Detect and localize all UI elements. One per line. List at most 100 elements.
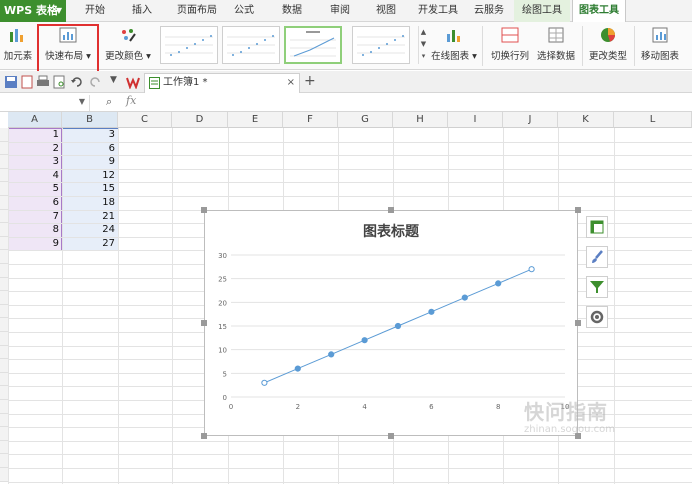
column-header-h[interactable]: H	[393, 112, 448, 128]
undo-icon[interactable]	[70, 75, 84, 89]
row-header[interactable]	[0, 400, 8, 414]
column-header-b[interactable]: B	[62, 112, 118, 128]
close-icon[interactable]: ×	[287, 74, 295, 92]
chart-elements-side-button[interactable]	[586, 216, 608, 238]
row-header[interactable]	[0, 386, 8, 400]
column-header-g[interactable]: G	[338, 112, 393, 128]
more-icon[interactable]: ▾	[419, 50, 428, 62]
change-color-button[interactable]: 更改颜色 ▾	[102, 24, 154, 68]
row-header[interactable]	[0, 440, 8, 455]
cell-a6[interactable]: 6	[8, 196, 62, 210]
tab-view[interactable]: 视图	[372, 0, 400, 22]
chart-style-1[interactable]	[160, 26, 218, 64]
data-point[interactable]	[294, 365, 301, 372]
chevron-down-icon[interactable]: ▼	[79, 97, 85, 106]
row-header[interactable]	[0, 318, 8, 332]
data-point[interactable]	[428, 308, 435, 315]
tab-developer[interactable]: 开发工具	[414, 0, 462, 22]
workbook-tab[interactable]: 工作簿1 * ×	[144, 73, 300, 93]
add-element-button[interactable]: 加元素	[0, 24, 36, 68]
resize-handle[interactable]	[575, 320, 581, 326]
chart-style-side-button[interactable]	[586, 246, 608, 268]
new-tab-button[interactable]: +	[304, 73, 316, 89]
cell-b8[interactable]: 24	[62, 223, 118, 237]
cell-a1[interactable]: 1	[8, 128, 62, 142]
data-point[interactable]	[495, 280, 502, 287]
tab-home[interactable]: 开始	[82, 0, 108, 22]
row-header[interactable]	[0, 372, 8, 387]
column-header-l[interactable]: L	[614, 112, 692, 128]
print-preview-icon[interactable]	[20, 75, 34, 89]
row-header[interactable]	[0, 304, 8, 319]
row-header[interactable]	[0, 345, 8, 360]
data-point[interactable]	[528, 266, 535, 273]
row-header[interactable]	[0, 168, 8, 183]
cell-a9[interactable]: 9	[8, 237, 62, 251]
tab-data[interactable]: 数据	[278, 0, 306, 22]
cell-a4[interactable]: 4	[8, 169, 62, 183]
row-header[interactable]	[0, 155, 8, 169]
app-menu-button[interactable]: WPS 表格 ▼	[0, 0, 66, 22]
chart-area[interactable]: 图表标题 0 5 10 15 20 25 30 0 2 4 6 8 10	[204, 210, 578, 436]
column-header-k[interactable]: K	[558, 112, 614, 128]
chart-style-2[interactable]	[222, 26, 280, 64]
gallery-scroll[interactable]: ▲ ▼ ▾	[418, 26, 428, 64]
cell-a5[interactable]: 5	[8, 182, 62, 196]
row-header[interactable]	[0, 277, 8, 292]
move-chart-button[interactable]: 移动图表	[638, 24, 682, 68]
tab-cloud[interactable]: 云服务	[470, 0, 508, 22]
row-header[interactable]	[0, 141, 8, 156]
row-header[interactable]	[0, 359, 8, 373]
cell-a7[interactable]: 7	[8, 210, 62, 224]
resize-handle[interactable]	[388, 433, 394, 439]
redo-icon[interactable]	[88, 75, 102, 89]
data-point[interactable]	[461, 294, 468, 301]
tab-formula[interactable]: 公式	[230, 0, 258, 22]
tab-review[interactable]: 审阅	[326, 0, 354, 22]
column-header-a[interactable]: A	[8, 112, 62, 128]
row-header[interactable]	[0, 223, 8, 237]
chevron-down-icon[interactable]: ▼	[419, 38, 428, 50]
tab-drawing-tools[interactable]: 绘图工具	[514, 0, 570, 22]
row-header[interactable]	[0, 332, 8, 346]
cell-b2[interactable]: 6	[62, 142, 118, 156]
switch-row-col-button[interactable]: 切换行列	[488, 24, 532, 68]
preview-icon[interactable]	[52, 75, 66, 89]
row-header[interactable]	[0, 250, 8, 264]
chart-style-3[interactable]	[284, 26, 342, 64]
fx-icon[interactable]: fx	[126, 94, 136, 107]
print-icon[interactable]	[36, 75, 50, 89]
change-type-button[interactable]: 更改类型	[586, 24, 630, 68]
cell-b1[interactable]: 3	[62, 128, 118, 142]
chart-style-4[interactable]	[352, 26, 410, 64]
row-header[interactable]	[0, 128, 8, 142]
cell-a8[interactable]: 8	[8, 223, 62, 237]
row-header[interactable]	[0, 236, 8, 251]
row-header[interactable]	[0, 264, 8, 278]
tab-chart-tools[interactable]: 图表工具	[572, 0, 626, 22]
row-header[interactable]	[0, 182, 8, 196]
tab-insert[interactable]: 插入	[128, 0, 156, 22]
chevron-down-icon[interactable]: ▼	[110, 75, 117, 85]
cell-b4[interactable]: 12	[62, 169, 118, 183]
cell-b3[interactable]: 9	[62, 155, 118, 169]
column-header-e[interactable]: E	[228, 112, 283, 128]
row-header[interactable]	[0, 413, 8, 428]
row-header[interactable]	[0, 196, 8, 210]
resize-handle[interactable]	[388, 207, 394, 213]
cell-a3[interactable]: 3	[8, 155, 62, 169]
chart-settings-side-button[interactable]	[586, 306, 608, 328]
chart-filter-side-button[interactable]	[586, 276, 608, 298]
row-header[interactable]	[0, 209, 8, 224]
column-header-c[interactable]: C	[118, 112, 172, 128]
cell-a2[interactable]: 2	[8, 142, 62, 156]
cell-b5[interactable]: 15	[62, 182, 118, 196]
resize-handle[interactable]	[201, 320, 207, 326]
cell-b7[interactable]: 21	[62, 210, 118, 224]
online-chart-button[interactable]: 在线图表 ▾	[430, 24, 478, 68]
tab-page-layout[interactable]: 页面布局	[172, 0, 222, 22]
resize-handle[interactable]	[201, 207, 207, 213]
row-header[interactable]	[0, 291, 8, 305]
save-icon[interactable]	[4, 75, 18, 89]
zoom-icon[interactable]: ⌕	[106, 95, 112, 109]
